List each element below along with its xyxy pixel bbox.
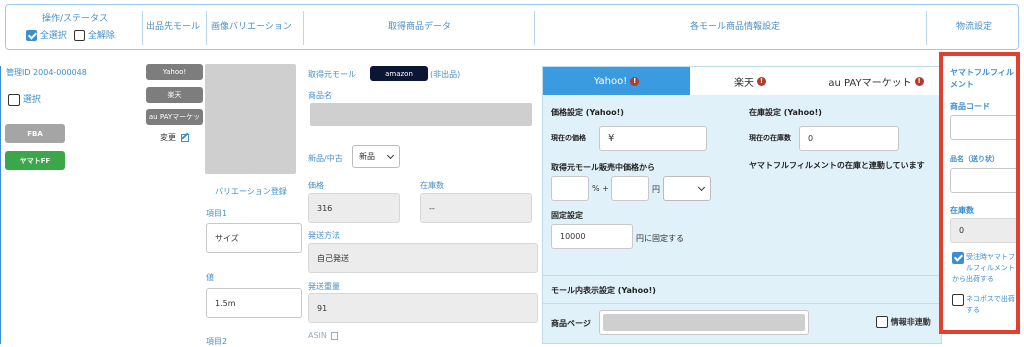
product-code-input[interactable]	[950, 115, 1016, 140]
warning-icon: !	[757, 76, 766, 86]
not-listed-label: (非出品)	[430, 70, 461, 79]
current-price-input[interactable]: ¥	[599, 126, 707, 151]
variation-register-link[interactable]: バリエーション登録	[215, 186, 287, 197]
product-name-invoice-label: 品名（送り状）	[950, 155, 999, 163]
product-code-label: 商品コード	[950, 102, 990, 111]
deselect-all-checkbox[interactable]	[74, 30, 85, 41]
ship-on-order-control[interactable]: 受注時ヤマトフルフィルメントから出荷する	[952, 252, 1018, 285]
logistics-highlight-box	[939, 52, 1020, 334]
row-select-control[interactable]: 選択	[8, 92, 41, 106]
mall-pill-rakuten: 楽天	[146, 87, 203, 103]
fixed-price-input[interactable]: 10000	[551, 224, 633, 249]
condition-select[interactable]: 新品	[352, 145, 400, 168]
product-page-label: 商品ページ	[551, 319, 591, 328]
info-unlink-label: 情報非連動	[890, 317, 931, 327]
copy-icon[interactable]	[331, 331, 339, 340]
product-name-label: 商品名	[308, 91, 332, 100]
percent-input[interactable]	[551, 176, 589, 201]
fixed-suffix-label: 円に固定する	[636, 234, 684, 243]
yamato-ff-button[interactable]: ヤマトFF	[5, 151, 65, 170]
stock-value: --	[420, 193, 532, 223]
logistics-title: ヤマトフルフィルメント	[950, 68, 1014, 89]
header-logistics: 物流設定	[956, 22, 993, 32]
fba-button[interactable]: FBA	[5, 124, 65, 143]
variation-value-label: 値	[206, 273, 214, 282]
current-stock-label: 現在の在庫数	[749, 134, 791, 142]
from-source-price-label: 取得元モール販売中価格から	[551, 163, 655, 172]
price-value: 316	[308, 193, 400, 223]
nekopos-label: ネコポスで出荷する	[966, 295, 1015, 314]
tab-yahoo-label: Yahoo!	[593, 75, 628, 87]
select-all-checkbox[interactable]	[26, 30, 37, 41]
shipping-weight-value: 91	[308, 293, 538, 323]
row-select-label: 選択	[22, 95, 41, 105]
tab-aupay-label: au PAYマーケット	[828, 77, 912, 89]
condition-value: 新品	[359, 152, 375, 161]
info-unlink-control[interactable]: 情報非連動	[876, 316, 931, 328]
condition-label: 新品/中古	[308, 154, 343, 163]
asin-label: ASIN	[308, 331, 327, 340]
asin-row: ASIN	[308, 331, 339, 340]
warning-icon: !	[914, 76, 924, 86]
nekopos-checkbox[interactable]	[952, 294, 964, 306]
logistics-stock-value: 0	[950, 218, 1016, 243]
ship-on-order-checkbox[interactable]	[952, 252, 964, 264]
product-name-invoice-input[interactable]	[950, 168, 1016, 193]
manage-id: 管理ID 2004-000048	[6, 68, 87, 77]
shipping-method-value: 自己発送	[308, 243, 538, 273]
nekopos-control[interactable]: ネコポスで出荷する	[952, 294, 1018, 316]
mall-pill-yahoo: Yahoo!	[146, 64, 203, 80]
variation-item2-label: 項目2	[206, 337, 228, 346]
info-unlink-checkbox[interactable]	[876, 316, 888, 328]
variation-item1-input[interactable]: サイズ	[206, 223, 302, 253]
deselect-all-control[interactable]: 全解除	[74, 28, 115, 41]
mall-pill-aupay: au PAYマーケッ	[146, 109, 203, 125]
variation-item1-label: 項目1	[206, 209, 228, 218]
source-mall-badge: amazon	[370, 66, 428, 81]
price-label: 価格	[308, 181, 324, 190]
select-all-label: 全選択	[39, 31, 67, 41]
product-name-value	[310, 103, 532, 126]
header-bar: 操作/ステータス 全選択 全解除 出品先モール 画像バリエーション 取得商品デー…	[5, 4, 1019, 50]
select-all-control[interactable]: 全選択	[26, 28, 67, 41]
header-mall-settings: 各モール商品情報設定	[690, 22, 781, 32]
yamato-sync-note: ヤマトフルフィルメントの在庫と連動しています	[749, 161, 925, 170]
variation-value-input[interactable]: 1.5m	[206, 288, 302, 318]
tab-rakuten-label: 楽天	[734, 77, 754, 89]
header-target-mall: 出品先モール	[146, 22, 201, 32]
shipping-weight-label: 発送重量	[308, 282, 340, 291]
percent-plus-label: % +	[592, 184, 609, 193]
current-stock-input[interactable]: 0	[799, 126, 899, 151]
tab-yahoo[interactable]: Yahoo!!	[543, 67, 690, 95]
change-mall-label: 変更	[160, 133, 176, 142]
fixed-setting-label: 固定設定	[551, 211, 583, 220]
chevron-down-icon	[697, 183, 706, 191]
tab-aupay[interactable]: au PAYマーケット!	[810, 67, 942, 95]
product-page-input[interactable]	[599, 310, 809, 335]
current-price-label: 現在の価格	[551, 134, 586, 142]
row-select-checkbox[interactable]	[8, 93, 20, 106]
header-image-variation: 画像バリエーション	[211, 22, 292, 32]
change-mall-link[interactable]: 変更	[160, 131, 189, 143]
yen-label: 円	[652, 185, 660, 194]
warning-icon: !	[630, 76, 640, 86]
price-setting-heading: 価格設定 (Yahoo!)	[551, 108, 624, 117]
mall-settings-panel: Yahoo!! 楽天! au PAYマーケット! 価格設定 (Yahoo!) 現…	[542, 66, 942, 344]
header-ops-status: 操作/ステータス	[42, 14, 109, 24]
shipping-method-label: 発送方法	[308, 231, 340, 240]
yen-add-input[interactable]	[611, 176, 649, 201]
display-setting-heading: モール内表示設定 (Yahoo!)	[551, 286, 656, 295]
deselect-all-label: 全解除	[87, 31, 115, 41]
chevron-down-icon	[386, 151, 395, 159]
rounding-select[interactable]	[663, 176, 711, 201]
tab-rakuten[interactable]: 楽天!	[690, 67, 810, 95]
source-mall-label: 取得元モール	[308, 70, 356, 79]
logistics-stock-label: 在庫数	[950, 206, 974, 215]
stock-setting-heading: 在庫設定 (Yahoo!)	[749, 108, 822, 117]
header-acquired-data: 取得商品データ	[388, 22, 452, 32]
product-image	[205, 64, 296, 174]
stock-label: 在庫数	[420, 181, 444, 190]
edit-icon	[180, 131, 189, 142]
